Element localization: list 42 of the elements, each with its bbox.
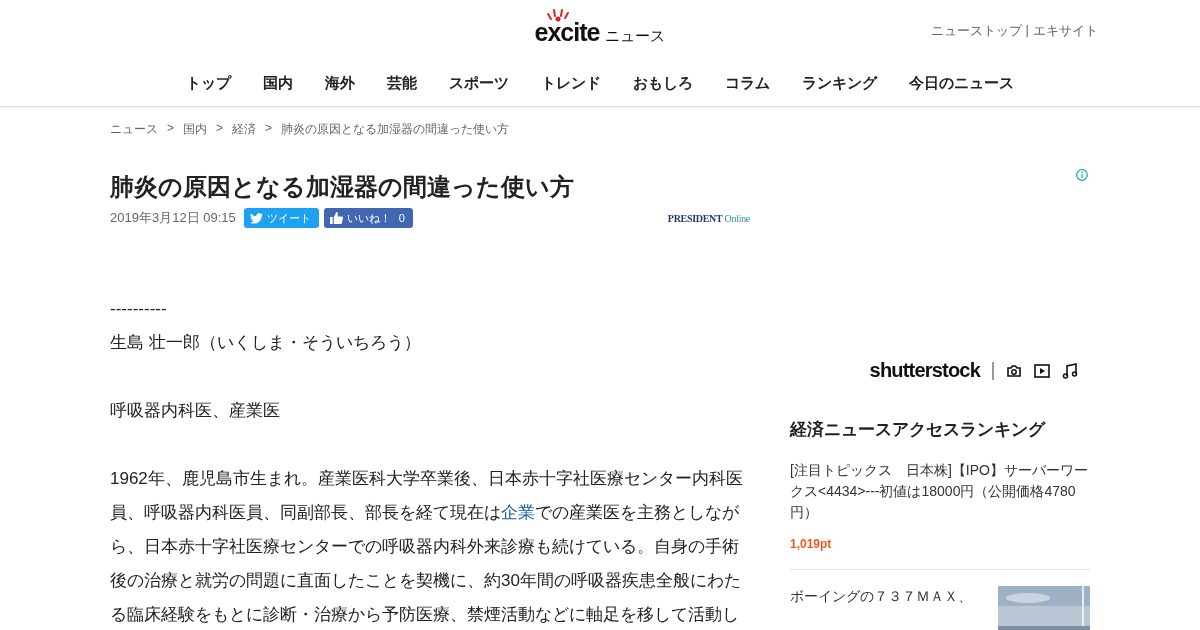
header-link[interactable]: エキサイト xyxy=(1033,22,1098,40)
breadcrumb-separator: > xyxy=(216,121,224,137)
nav-link[interactable]: コラム xyxy=(725,74,770,93)
header-link[interactable]: ニューストップ xyxy=(930,22,1022,40)
info-icon[interactable] xyxy=(1076,169,1088,181)
source-logo[interactable]: PRESIDENT Online xyxy=(667,212,750,224)
like-button[interactable]: いいね！ 0 xyxy=(323,208,413,228)
nav-link[interactable]: 芸能 xyxy=(387,74,417,93)
breadcrumb-link[interactable]: ニュース xyxy=(110,121,158,138)
breadcrumb-separator: > xyxy=(265,121,273,137)
breadcrumb-link[interactable]: 経済 xyxy=(232,121,257,138)
article-paragraph: 1962年、鹿児島市生まれ。産業医科大学卒業後、日本赤十字社医療センター内科医員、呼吸器内科医員、同副部長、部長を経て現在は企業での産業医を主務としながら、日本赤十字社医療センターでの呼吸器内科外来診療も続けている。自身の手術後の治療と就労の問題に直面したことを契機に、約30年間の呼吸器疾患全般にわたる臨床経験をもとに診断・治療から予防医療、禁煙活動などに軸足を移して活動し xyxy=(110,468,744,626)
thumbs-up-icon xyxy=(329,212,343,224)
breadcrumb-separator: > xyxy=(167,121,174,137)
ranking-article-link[interactable]: ボーイングの７３７ＭＡＸ、 xyxy=(790,586,988,607)
nav-link[interactable]: トップ xyxy=(186,74,231,93)
ranking-points: 1,019pt xyxy=(790,537,833,551)
keyword-link[interactable]: 企業 xyxy=(501,503,535,522)
nav-link[interactable]: トレンド xyxy=(541,74,601,93)
ranking-article-link[interactable]: [注目トピックス 日本株]【IPO】サーバーワークス<4434>---初値は18000円（公開価格4780円） xyxy=(790,460,1090,523)
article-paragraph: 呼吸器内科医、産業医 xyxy=(110,400,281,422)
ad-brand-logo: shutterstock xyxy=(869,359,980,382)
article-date: 2019年3月12日 09:15 xyxy=(110,209,236,227)
logo-section-label: ニュース xyxy=(605,26,666,45)
nav-link[interactable]: 国内 xyxy=(263,74,293,93)
nav-link[interactable]: おもしろ xyxy=(633,74,693,93)
nav-link[interactable]: 海外 xyxy=(325,74,355,93)
nav-link[interactable]: ランキング xyxy=(802,74,877,93)
article-paragraph: ---------- 生島 壮一郎（いくしま・そういちろう） xyxy=(110,298,422,354)
play-icon xyxy=(1034,363,1050,378)
ad-banner[interactable]: shutterstock xyxy=(790,158,1090,398)
breadcrumb-link[interactable]: 肺炎の原因となる加湿器の間違った使い方 xyxy=(281,121,510,138)
nav-link[interactable]: 今日のニュース xyxy=(909,74,1014,93)
nav-link[interactable]: スポーツ xyxy=(449,74,509,93)
article-title: 肺炎の原因となる加湿器の間違った使い方 xyxy=(110,172,575,202)
link-separator: | xyxy=(1025,22,1029,39)
music-note-icon xyxy=(1062,362,1078,379)
ranking-title: 経済ニュースアクセスランキング xyxy=(790,419,1047,441)
camera-icon xyxy=(1006,363,1022,378)
bird-icon xyxy=(249,212,263,224)
breadcrumb-link[interactable]: 国内 xyxy=(183,121,207,138)
logo[interactable]: excite xyxy=(534,19,600,45)
